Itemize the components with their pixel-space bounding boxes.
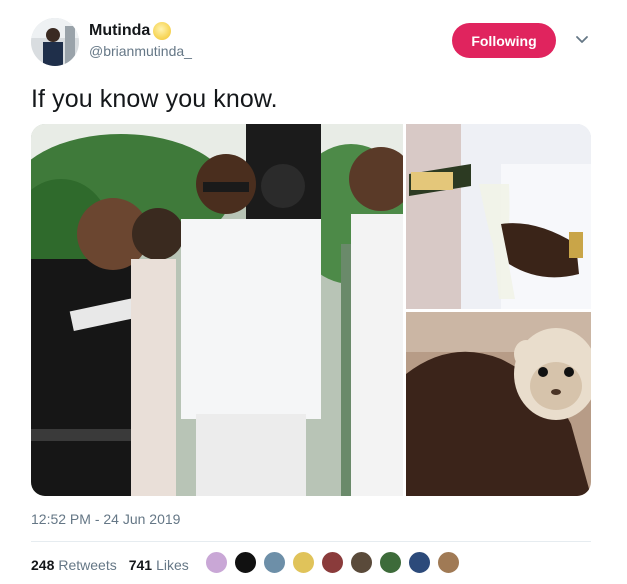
liker-avatar[interactable] (437, 551, 460, 574)
following-button[interactable]: Following (452, 23, 556, 58)
author-avatar[interactable] (31, 18, 79, 66)
tweet-media[interactable] (31, 124, 591, 496)
liker-avatar[interactable] (379, 551, 402, 574)
liker-avatar[interactable] (292, 551, 315, 574)
champagne-photo[interactable] (406, 124, 591, 309)
tweet-header: Mutinda @brianmutinda_ Following (31, 18, 591, 70)
engagement-stats: 248 Retweets 741 Likes (31, 552, 201, 578)
author-display-name[interactable]: Mutinda (89, 22, 150, 40)
likes-label[interactable]: Likes (156, 557, 189, 573)
liker-avatar[interactable] (350, 551, 373, 574)
tweet-text: If you know you know. (31, 85, 278, 113)
retweets-count[interactable]: 248 (31, 557, 54, 573)
liker-avatar[interactable] (321, 551, 344, 574)
likes-count[interactable]: 741 (129, 557, 152, 573)
author-handle[interactable]: @brianmutinda_ (89, 43, 192, 59)
retweets-label[interactable]: Retweets (58, 557, 116, 573)
monkey-plush-photo[interactable] (406, 312, 591, 496)
chevron-down-icon[interactable] (574, 34, 590, 46)
liker-avatar[interactable] (408, 551, 431, 574)
liker-avatars (205, 551, 466, 577)
stats-divider (31, 541, 591, 542)
liker-avatar[interactable] (263, 551, 286, 574)
author-name-block: Mutinda @brianmutinda_ (89, 22, 192, 59)
tweet-timestamp[interactable]: 12:52 PM - 24 Jun 2019 (31, 511, 180, 527)
liker-avatar[interactable] (205, 551, 228, 574)
party-photo[interactable] (31, 124, 413, 496)
liker-avatar[interactable] (234, 551, 257, 574)
sun-emoji-icon (153, 22, 172, 40)
